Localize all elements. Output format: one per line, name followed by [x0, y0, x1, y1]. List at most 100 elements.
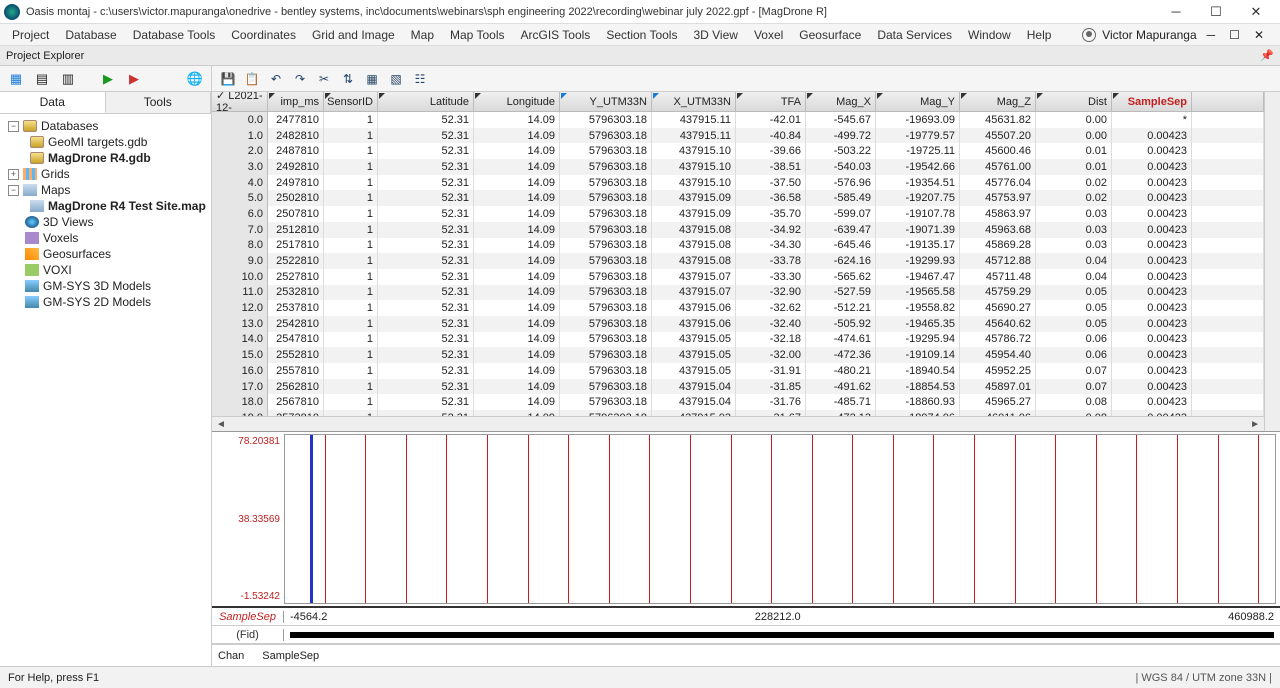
- cell[interactable]: 1: [324, 269, 378, 285]
- col-header-my[interactable]: Mag_Y: [876, 92, 960, 111]
- tree-db-item[interactable]: GeoMI targets.gdb: [4, 134, 207, 150]
- cell[interactable]: -499.72: [806, 128, 876, 144]
- cell[interactable]: 45759.29: [960, 285, 1036, 301]
- cell[interactable]: 5796303.18: [560, 222, 652, 238]
- cell[interactable]: 15.0: [212, 347, 268, 363]
- cell[interactable]: 3.0: [212, 159, 268, 175]
- cell[interactable]: 1.0: [212, 128, 268, 144]
- cell[interactable]: 5796303.18: [560, 332, 652, 348]
- col-header-y[interactable]: Y_UTM33N: [560, 92, 652, 111]
- cell[interactable]: 18.0: [212, 394, 268, 410]
- cell[interactable]: 4.0: [212, 175, 268, 191]
- cell[interactable]: 5796303.18: [560, 238, 652, 254]
- menu-help[interactable]: Help: [1019, 26, 1060, 44]
- cell[interactable]: 2547810: [268, 332, 324, 348]
- cell[interactable]: -42.01: [736, 112, 806, 128]
- cell[interactable]: 0.00423: [1112, 300, 1192, 316]
- cell[interactable]: 45965.27: [960, 394, 1036, 410]
- cell[interactable]: 14.09: [474, 128, 560, 144]
- cell[interactable]: 5796303.18: [560, 159, 652, 175]
- cell[interactable]: -18940.54: [876, 363, 960, 379]
- fid-track[interactable]: [290, 632, 1274, 638]
- cell[interactable]: 1: [324, 300, 378, 316]
- cell[interactable]: 1: [324, 175, 378, 191]
- cell[interactable]: 437915.05: [652, 363, 736, 379]
- cell[interactable]: 0.00: [1036, 128, 1112, 144]
- cell[interactable]: 2502810: [268, 190, 324, 206]
- cell[interactable]: 0.06: [1036, 347, 1112, 363]
- cell[interactable]: -36.58: [736, 190, 806, 206]
- cell[interactable]: 14.09: [474, 332, 560, 348]
- collapse-icon[interactable]: −: [8, 185, 19, 196]
- tree-grids[interactable]: +Grids: [4, 166, 207, 182]
- menu-database[interactable]: Database: [57, 26, 124, 44]
- cell[interactable]: 437915.04: [652, 379, 736, 395]
- cell[interactable]: -505.92: [806, 316, 876, 332]
- cell[interactable]: 2492810: [268, 159, 324, 175]
- cell[interactable]: 0.00423: [1112, 379, 1192, 395]
- cell[interactable]: 52.31: [378, 316, 474, 332]
- cell[interactable]: 5796303.18: [560, 112, 652, 128]
- cell[interactable]: 0.05: [1036, 300, 1112, 316]
- cell[interactable]: -19295.94: [876, 332, 960, 348]
- cell[interactable]: 45952.25: [960, 363, 1036, 379]
- cell[interactable]: 437915.07: [652, 285, 736, 301]
- tree-db-item-active[interactable]: MagDrone R4.gdb: [4, 150, 207, 166]
- cell[interactable]: 0.0: [212, 112, 268, 128]
- cell[interactable]: 437915.10: [652, 159, 736, 175]
- col-header-lon[interactable]: Longitude: [474, 92, 560, 111]
- table-row[interactable]: 17.02562810152.3114.095796303.18437915.0…: [212, 379, 1264, 395]
- tab-data[interactable]: Data: [0, 92, 106, 113]
- cell[interactable]: 45869.28: [960, 238, 1036, 254]
- tree-voxi[interactable]: VOXI: [4, 262, 207, 278]
- cell[interactable]: 0.00423: [1112, 347, 1192, 363]
- menu-coordinates[interactable]: Coordinates: [223, 26, 304, 44]
- cell[interactable]: 14.09: [474, 238, 560, 254]
- pin-icon[interactable]: 📌: [1260, 49, 1274, 62]
- cell[interactable]: 0.00423: [1112, 128, 1192, 144]
- cell[interactable]: -19354.51: [876, 175, 960, 191]
- col-header-mz[interactable]: Mag_Z: [960, 92, 1036, 111]
- cell[interactable]: 1: [324, 394, 378, 410]
- cell[interactable]: 45863.97: [960, 206, 1036, 222]
- cell[interactable]: 437915.08: [652, 222, 736, 238]
- cell[interactable]: 0.00423: [1112, 316, 1192, 332]
- table-row[interactable]: 13.02542810152.3114.095796303.18437915.0…: [212, 316, 1264, 332]
- cell[interactable]: 45776.04: [960, 175, 1036, 191]
- cell[interactable]: 52.31: [378, 269, 474, 285]
- cell[interactable]: 2532810: [268, 285, 324, 301]
- cell[interactable]: 5796303.18: [560, 128, 652, 144]
- table-row[interactable]: 8.02517810152.3114.095796303.18437915.08…: [212, 238, 1264, 254]
- cell[interactable]: 45753.97: [960, 190, 1036, 206]
- table-row[interactable]: 3.02492810152.3114.095796303.18437915.10…: [212, 159, 1264, 175]
- cell[interactable]: 1: [324, 112, 378, 128]
- cell[interactable]: 1: [324, 143, 378, 159]
- cell[interactable]: 0.07: [1036, 363, 1112, 379]
- table-row[interactable]: 16.02557810152.3114.095796303.18437915.0…: [212, 363, 1264, 379]
- cell[interactable]: -32.40: [736, 316, 806, 332]
- cell[interactable]: -19299.93: [876, 253, 960, 269]
- cell[interactable]: 52.31: [378, 363, 474, 379]
- cell[interactable]: 1: [324, 206, 378, 222]
- cell[interactable]: 5796303.18: [560, 269, 652, 285]
- table-row[interactable]: 0.02477810152.3114.095796303.18437915.11…: [212, 112, 1264, 128]
- menu-database-tools[interactable]: Database Tools: [125, 26, 224, 44]
- cell[interactable]: 2557810: [268, 363, 324, 379]
- cell[interactable]: 14.09: [474, 394, 560, 410]
- cell[interactable]: 14.09: [474, 253, 560, 269]
- cell[interactable]: 5796303.18: [560, 190, 652, 206]
- cell[interactable]: 5796303.18: [560, 285, 652, 301]
- cell[interactable]: 45711.48: [960, 269, 1036, 285]
- record-icon[interactable]: ▶: [124, 69, 144, 89]
- cell[interactable]: -474.61: [806, 332, 876, 348]
- scroll-right-icon[interactable]: ►: [1250, 419, 1260, 430]
- cell[interactable]: 45897.01: [960, 379, 1036, 395]
- cell[interactable]: 6.0: [212, 206, 268, 222]
- cell[interactable]: 437915.10: [652, 143, 736, 159]
- cell[interactable]: -576.96: [806, 175, 876, 191]
- cell[interactable]: -527.59: [806, 285, 876, 301]
- table-row[interactable]: 12.02537810152.3114.095796303.18437915.0…: [212, 300, 1264, 316]
- table-row[interactable]: 10.02527810152.3114.095796303.18437915.0…: [212, 269, 1264, 285]
- cell[interactable]: -585.49: [806, 190, 876, 206]
- cell[interactable]: 5.0: [212, 190, 268, 206]
